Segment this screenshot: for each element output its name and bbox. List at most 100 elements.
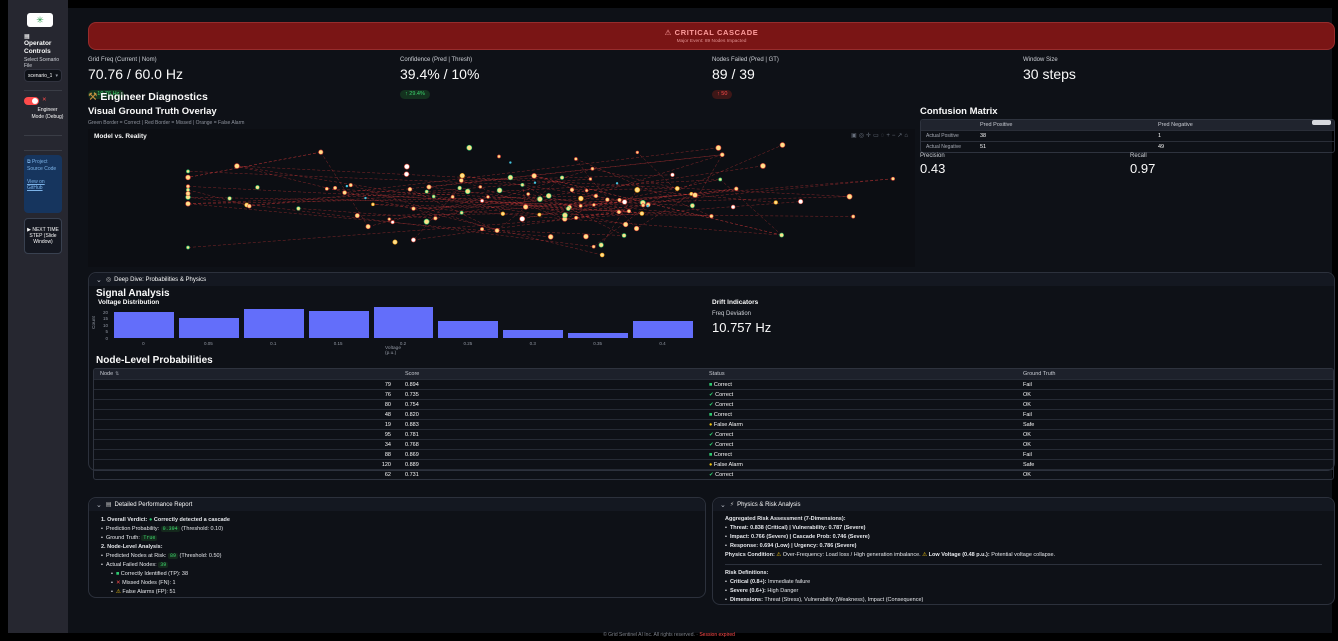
physics-risk-header[interactable]: ⌄ ⚡ Physics & Risk Analysis (713, 498, 1334, 511)
performance-report-header[interactable]: ⌄ ▤ Detailed Performance Report (89, 498, 705, 511)
camera-icon[interactable]: ▣ (851, 133, 859, 139)
chevron-down-icon: ⌄ (96, 501, 102, 509)
ground-truth-cell: OK (1017, 432, 1333, 438)
footer-separator: · (696, 632, 698, 638)
freq-deviation-value: 10.757 Hz (712, 320, 771, 335)
table-row: 790.894■ CorrectFail (94, 379, 1333, 389)
report-line: 2. Node-Level Analysis: (101, 543, 693, 552)
scenario-file-select[interactable]: scenario_1 ▾ (24, 69, 62, 82)
sidebar-divider (24, 90, 62, 91)
column-header-ground-truth[interactable]: Ground Truth (1017, 371, 1333, 377)
y-axis-tick: 20 (94, 310, 108, 315)
node-id-cell: 19 (94, 422, 399, 428)
reset-axes-icon[interactable]: ⌂ (904, 133, 910, 139)
ground-truth-cell: Safe (1017, 462, 1333, 468)
node-id-cell: 79 (94, 382, 399, 388)
clipboard-icon: ▤ (106, 501, 112, 508)
green-check-icon: ✔ (709, 442, 714, 448)
score-cell: 0.869 (399, 452, 703, 458)
x-axis-tick: 0.05 (188, 341, 228, 346)
score-cell: 0.731 (399, 472, 703, 478)
metric-confidence: Confidence (Pred | Thresh) 39.4% / 10% ↑… (400, 57, 479, 100)
x-axis-tick: 0.3 (513, 341, 553, 346)
green-check-icon: ✔ (709, 402, 714, 408)
report-line: •Predicted Nodes at Risk: 89 (Threshold:… (101, 552, 693, 561)
node-id-cell: 62 (94, 472, 399, 478)
sort-icon: ⇅ (115, 371, 119, 377)
score-cell: 0.894 (399, 382, 703, 388)
column-header-node[interactable]: Node⇅ (94, 371, 399, 377)
overlay-title: Visual Ground Truth Overlay (88, 106, 217, 117)
ground-truth-cell: OK (1017, 442, 1333, 448)
metric-window-size: Window Size 30 steps (1023, 57, 1076, 82)
report-line: •Dimensions: Threat (Stress), Vulnerabil… (725, 596, 1322, 605)
status-cell: ■ Correct (703, 452, 1017, 458)
green-square-icon: ■ (709, 452, 712, 458)
source-code-title: Project Source Code (27, 159, 56, 172)
sidebar: ✳ ▦ Operator Controls Select Scenario Fi… (8, 0, 68, 633)
node-probabilities-table: Node⇅ScoreStatusGround Truth790.894■ Cor… (93, 368, 1334, 480)
node-id-cell: 80 (94, 402, 399, 408)
voltage-distribution-title: Voltage Distribution (98, 299, 159, 306)
y-axis-title: Count (92, 316, 97, 329)
box-select-icon[interactable]: ▭ (873, 133, 881, 139)
footer: © Grid Sentinel AI Inc. All rights reser… (0, 632, 1338, 638)
histogram-bar (114, 312, 174, 338)
performance-report-body: 1. Overall Verdict: ● Correctly detected… (89, 511, 705, 602)
engineer-mode-toggle[interactable] (24, 97, 39, 105)
alert-title: ⚠ CRITICAL CASCADE (665, 28, 759, 37)
status-cell: ✔ Correct (703, 392, 1017, 398)
zoom-icon[interactable]: ◎ (859, 133, 866, 139)
report-line: •Severe (0.6+): High Danger (725, 587, 1322, 596)
drift-indicators-title: Drift Indicators (712, 299, 758, 306)
green-check-icon: ✔ (709, 392, 714, 398)
column-header-score[interactable]: Score (399, 371, 703, 377)
plotly-modebar: ▣◎✛▭◌+−↗⌂ (0, 132, 910, 139)
report-line: Physics Condition: ⚠ Over-Frequency: Loa… (725, 551, 1322, 560)
x-axis-tick: 0.35 (578, 341, 618, 346)
recall-metric: Recall 0.97 (1130, 153, 1155, 176)
score-cell: 0.735 (399, 392, 703, 398)
source-code-info-box: ⧉ Project Source Code View on GitHub (24, 155, 62, 213)
node-id-cell: 34 (94, 442, 399, 448)
footer-alert-link[interactable]: Session expired (699, 632, 735, 638)
controls-icon: ▦ (24, 33, 30, 40)
yellow-dot-icon: ● (709, 422, 712, 428)
histogram-bar (438, 321, 498, 338)
engineer-diagnostics-header: ⚒Engineer Diagnostics (88, 91, 208, 103)
report-line: •⚠ False Alarms (FP): 51 (101, 588, 693, 597)
table-row: 1200.889● False AlarmSafe (94, 459, 1333, 469)
column-header-status[interactable]: Status (703, 371, 1017, 377)
github-link[interactable]: View on GitHub (27, 179, 45, 192)
score-cell: 0.768 (399, 442, 703, 448)
column-header[interactable]: Pred Positive (972, 122, 1150, 128)
chevron-down-icon: ⌄ (720, 501, 726, 509)
next-time-step-button[interactable]: ▶ NEXT TIME STEP (Slide Window) (24, 218, 62, 254)
metric-label: Window Size (1023, 57, 1076, 63)
network-graph-canvas[interactable] (88, 129, 915, 267)
engineer-mode-icon: ✕ (42, 97, 47, 103)
metric-nodes-failed: Nodes Failed (Pred | GT) 89 / 39 ↑ 50 (712, 57, 779, 100)
pan-icon[interactable]: ✛ (866, 133, 873, 139)
column-header[interactable]: Pred Negative (1150, 122, 1328, 128)
metric-label: Confidence (Pred | Thresh) (400, 57, 479, 63)
status-cell: ■ Correct (703, 412, 1017, 418)
score-cell: 0.754 (399, 402, 703, 408)
x-axis-tick: 0.25 (448, 341, 488, 346)
histogram-bar (633, 321, 693, 338)
histogram-bar (568, 333, 628, 338)
table-row: 760.735✔ CorrectOK (94, 389, 1333, 399)
alert-subtitle: Major Event: 89 Nodes Impacted (677, 39, 747, 44)
table-row: 880.869■ CorrectFail (94, 449, 1333, 459)
x-axis-tick: 0 (123, 341, 163, 346)
table-row: 950.781✔ CorrectOK (94, 429, 1333, 439)
score-cell: 0.820 (399, 412, 703, 418)
deep-dive-expander-header[interactable]: ⌄ ◎ Deep Dive: Probabilities & Physics (89, 273, 1334, 286)
table-row: 800.754✔ CorrectOK (94, 399, 1333, 409)
table-row: 190.883● False AlarmSafe (94, 419, 1333, 429)
score-cell: 0.781 (399, 432, 703, 438)
table-scrollbar[interactable] (1312, 120, 1331, 125)
cell-true-positive: 38 (972, 133, 1150, 139)
ground-truth-cell: OK (1017, 402, 1333, 408)
performance-report-expander: ⌄ ▤ Detailed Performance Report 1. Overa… (88, 497, 706, 598)
